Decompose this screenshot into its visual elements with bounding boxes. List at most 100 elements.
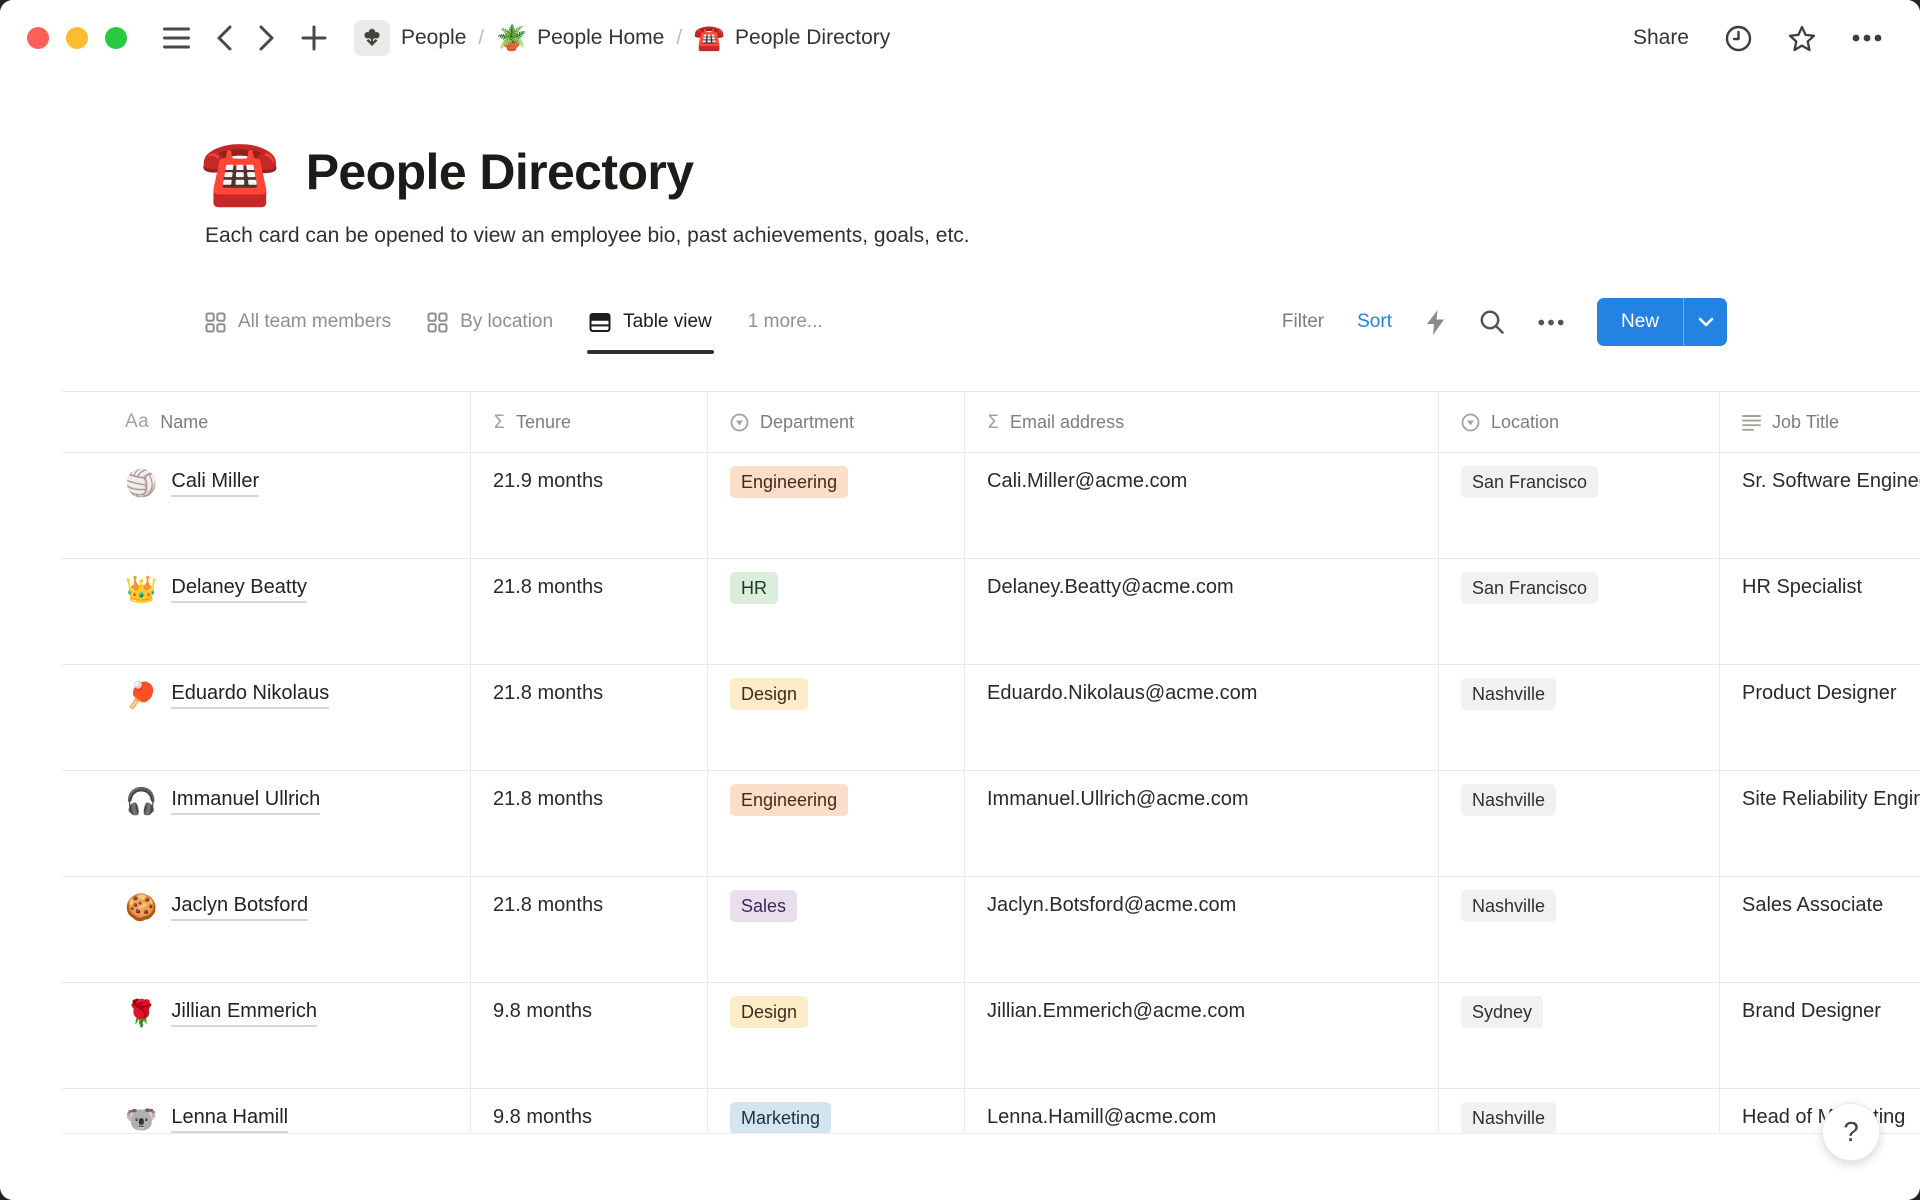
- sort-button[interactable]: Sort: [1357, 311, 1392, 333]
- updates-clock-icon[interactable]: [1725, 25, 1752, 52]
- person-emoji: 🍪: [125, 894, 157, 920]
- name-cell[interactable]: 🌹Jillian Emmerich: [62, 983, 471, 1088]
- department-cell[interactable]: Design: [708, 665, 965, 770]
- location-cell[interactable]: San Francisco: [1439, 559, 1720, 664]
- tenure-cell[interactable]: 9.8 months: [471, 1089, 708, 1133]
- department-cell[interactable]: Sales: [708, 877, 965, 982]
- email-cell[interactable]: Lenna.Hamill@acme.com: [965, 1089, 1439, 1133]
- tenure-cell[interactable]: 9.8 months: [471, 983, 708, 1088]
- email-cell[interactable]: Cali.Miller@acme.com: [965, 453, 1439, 558]
- person-page-link[interactable]: Jillian Emmerich: [171, 1000, 317, 1027]
- table-view-icon: [589, 312, 611, 333]
- zoom-window-button[interactable]: [105, 27, 127, 49]
- new-button-group: New: [1597, 298, 1727, 346]
- workspace-flower-icon[interactable]: [354, 20, 390, 56]
- person-emoji: 👑: [125, 576, 157, 602]
- more-options-icon[interactable]: [1852, 34, 1882, 42]
- sidebar-menu-icon[interactable]: [163, 27, 190, 49]
- filter-button[interactable]: Filter: [1282, 311, 1324, 333]
- department-cell[interactable]: Marketing: [708, 1089, 965, 1133]
- automations-bolt-icon[interactable]: [1425, 309, 1446, 336]
- location-cell[interactable]: Nashville: [1439, 1089, 1720, 1133]
- column-header-email-address[interactable]: Σ Email address: [965, 392, 1439, 452]
- person-page-link[interactable]: Cali Miller: [171, 470, 259, 497]
- name-cell[interactable]: 👑 Delaney Beatty: [62, 559, 471, 664]
- name-cell[interactable]: 🏐Cali Miller: [62, 453, 471, 558]
- new-tab-plus-icon[interactable]: [301, 25, 327, 51]
- location-cell[interactable]: Sydney: [1439, 983, 1720, 1088]
- tenure-cell[interactable]: 21.8 months: [471, 877, 708, 982]
- email-cell[interactable]: Jillian.Emmerich@acme.com: [965, 983, 1439, 1088]
- job-title-cell[interactable]: Brand Designer: [1720, 983, 1920, 1088]
- location-cell[interactable]: Nashville: [1439, 877, 1720, 982]
- new-button[interactable]: New: [1597, 298, 1683, 346]
- email-cell[interactable]: Immanuel.Ullrich@acme.com: [965, 771, 1439, 876]
- page-description[interactable]: Each card can be opened to view an emplo…: [205, 224, 1920, 248]
- column-header-department[interactable]: Department: [708, 392, 965, 452]
- tab-by-location[interactable]: By location: [427, 290, 553, 354]
- minimize-window-button[interactable]: [66, 27, 88, 49]
- email-cell[interactable]: Delaney.Beatty@acme.com: [965, 559, 1439, 664]
- email-cell[interactable]: Eduardo.Nikolaus@acme.com: [965, 665, 1439, 770]
- job-title-cell[interactable]: Head of Marketing: [1720, 1089, 1920, 1133]
- tab-label: All team members: [238, 311, 391, 333]
- column-label: Job Title: [1772, 412, 1839, 433]
- gallery-view-icon: [205, 312, 226, 333]
- share-button[interactable]: Share: [1633, 26, 1689, 50]
- location-cell[interactable]: San Francisco: [1439, 453, 1720, 558]
- close-window-button[interactable]: [27, 27, 49, 49]
- job-title-cell[interactable]: Sales Associate: [1720, 877, 1920, 982]
- tab-all-team-members[interactable]: All team members: [205, 290, 391, 354]
- help-button[interactable]: ?: [1822, 1103, 1880, 1161]
- search-icon[interactable]: [1479, 309, 1505, 335]
- gallery-view-icon: [427, 312, 448, 333]
- department-cell[interactable]: Design: [708, 983, 965, 1088]
- location-cell[interactable]: Nashville: [1439, 771, 1720, 876]
- email-cell[interactable]: Jaclyn.Botsford@acme.com: [965, 877, 1439, 982]
- person-page-link[interactable]: Jaclyn Botsford: [171, 894, 308, 921]
- breadcrumb: People / 🪴 People Home / ☎️ People Direc…: [354, 20, 890, 56]
- name-cell[interactable]: 🎧Immanuel Ullrich: [62, 771, 471, 876]
- name-cell[interactable]: 🍪 Jaclyn Botsford: [62, 877, 471, 982]
- job-title-cell[interactable]: Product Designer: [1720, 665, 1920, 770]
- tenure-cell[interactable]: 21.8 months: [471, 559, 708, 664]
- column-header-job-title[interactable]: Job Title: [1720, 392, 1920, 452]
- person-page-link[interactable]: Immanuel Ullrich: [171, 788, 320, 815]
- location-cell[interactable]: Nashville: [1439, 665, 1720, 770]
- tenure-cell[interactable]: 21.8 months: [471, 771, 708, 876]
- page-title[interactable]: People Directory: [306, 143, 694, 201]
- job-title-cell[interactable]: Sr. Software Engineer: [1720, 453, 1920, 558]
- column-label: Email address: [1010, 412, 1124, 433]
- department-cell[interactable]: Engineering: [708, 771, 965, 876]
- person-page-link[interactable]: Eduardo Nikolaus: [171, 682, 329, 709]
- table-row: 🏓Eduardo Nikolaus21.8 monthsDesignEduard…: [62, 665, 1920, 771]
- breadcrumb-item-people-home[interactable]: People Home: [537, 26, 664, 50]
- column-header-tenure[interactable]: Σ Tenure: [471, 392, 708, 452]
- back-icon[interactable]: [217, 25, 232, 51]
- name-cell[interactable]: 🐨Lenna Hamill: [62, 1089, 471, 1133]
- column-header-name[interactable]: Aa Name: [62, 392, 471, 452]
- tab-table-view[interactable]: Table view: [589, 290, 712, 354]
- department-tag: Design: [730, 996, 808, 1028]
- breadcrumb-item-people-directory[interactable]: People Directory: [735, 26, 890, 50]
- tenure-cell[interactable]: 21.8 months: [471, 665, 708, 770]
- favorite-star-icon[interactable]: [1788, 25, 1816, 52]
- breadcrumb-item-people[interactable]: People: [401, 26, 466, 50]
- text-property-icon: Aa: [125, 411, 149, 433]
- person-page-link[interactable]: Delaney Beatty: [171, 576, 307, 603]
- department-cell[interactable]: HR: [708, 559, 965, 664]
- page-icon-red-telephone[interactable]: ☎️: [200, 140, 280, 204]
- tenure-cell[interactable]: 21.9 months: [471, 453, 708, 558]
- table-row: 👑 Delaney Beatty 21.8 monthsHRDelaney.Beat…: [62, 559, 1920, 665]
- forward-icon[interactable]: [259, 25, 274, 51]
- new-dropdown-chevron-icon[interactable]: [1684, 298, 1727, 346]
- job-title-cell[interactable]: Site Reliability Engineer: [1720, 771, 1920, 876]
- more-views-button[interactable]: 1 more...: [748, 311, 823, 333]
- column-header-location[interactable]: Location: [1439, 392, 1720, 452]
- job-title-cell[interactable]: HR Specialist: [1720, 559, 1920, 664]
- department-cell[interactable]: Engineering: [708, 453, 965, 558]
- name-cell[interactable]: 🏓Eduardo Nikolaus: [62, 665, 471, 770]
- breadcrumb-separator: /: [478, 27, 484, 50]
- person-page-link[interactable]: Lenna Hamill: [171, 1106, 288, 1133]
- view-options-ellipsis-icon[interactable]: [1538, 319, 1564, 326]
